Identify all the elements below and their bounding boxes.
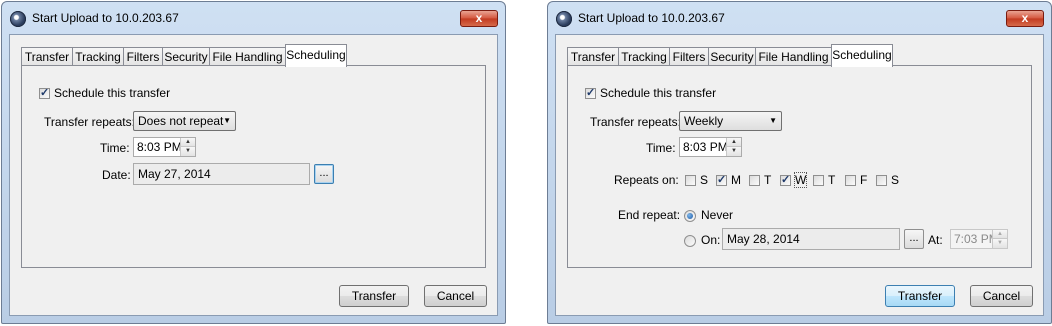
window-title: Start Upload to 10.0.203.67 — [32, 11, 179, 25]
tab-filters[interactable]: Filters — [123, 47, 163, 66]
on-label: On: — [701, 233, 721, 247]
repeats-value: Does not repeat — [138, 114, 224, 128]
end-date-browse-button[interactable]: ... — [904, 229, 924, 249]
scheduling-panel: Schedule this transfer Transfer repeats:… — [21, 65, 486, 268]
spin-buttons: ▲ ▼ — [180, 138, 195, 156]
time-label: Time: — [100, 141, 130, 155]
on-date-radio[interactable] — [684, 235, 696, 247]
tab-transfer[interactable]: Transfer — [21, 47, 73, 66]
tab-file-handling[interactable]: File Handling — [755, 47, 832, 66]
close-button[interactable]: x — [1006, 10, 1044, 27]
repeats-label: Transfer repeats: — [44, 115, 135, 129]
day-label-friday: F — [860, 173, 868, 187]
tab-file-handling[interactable]: File Handling — [209, 47, 286, 66]
cancel-button[interactable]: Cancel — [424, 285, 487, 307]
time-label: Time: — [646, 141, 676, 155]
day-checkbox-monday[interactable] — [716, 175, 727, 186]
spin-up-icon[interactable]: ▲ — [993, 230, 1007, 239]
day-label-tuesday: T — [764, 173, 772, 187]
tab-transfer[interactable]: Transfer — [567, 47, 619, 66]
dropdown-arrow-icon: ▼ — [223, 116, 231, 125]
spin-buttons: ▲ ▼ — [992, 230, 1007, 248]
dialog-client: Transfer Tracking Filters Security File … — [9, 34, 498, 316]
spin-up-icon[interactable]: ▲ — [181, 138, 195, 147]
repeats-select[interactable]: Does not repeat ▼ — [133, 111, 236, 131]
time-value: 8:03 PM — [683, 140, 728, 154]
close-button[interactable]: x — [460, 10, 498, 27]
day-label-monday: M — [731, 173, 741, 187]
spin-up-icon[interactable]: ▲ — [727, 138, 741, 147]
day-checkbox-wednesday[interactable] — [780, 175, 791, 186]
day-label-thursday: T — [828, 173, 836, 187]
window-title: Start Upload to 10.0.203.67 — [578, 11, 725, 25]
dialog-left: Start Upload to 10.0.203.67 x Transfer T… — [1, 1, 506, 324]
schedule-checkbox[interactable] — [585, 88, 596, 99]
date-label: Date: — [102, 168, 131, 182]
time-spinner[interactable]: 8:03 PM ▲ ▼ — [133, 137, 196, 157]
end-time-spinner[interactable]: 7:03 PM ▲ ▼ — [950, 229, 1008, 249]
dropdown-arrow-icon: ▼ — [769, 116, 777, 125]
repeats-on-label: Repeats on: — [614, 173, 679, 187]
day-checkbox-saturday[interactable] — [876, 175, 887, 186]
app-globe-icon — [556, 11, 572, 27]
date-field[interactable]: May 27, 2014 — [133, 163, 310, 185]
never-label: Never — [701, 208, 734, 222]
repeats-label: Transfer repeats: — [590, 115, 681, 129]
schedule-checkbox[interactable] — [39, 88, 50, 99]
spin-buttons: ▲ ▼ — [726, 138, 741, 156]
transfer-button[interactable]: Transfer — [885, 285, 955, 307]
repeats-select[interactable]: Weekly ▼ — [679, 111, 782, 131]
day-label-wednesday: W — [793, 172, 808, 188]
tab-scheduling[interactable]: Scheduling — [285, 44, 347, 67]
at-label: At: — [928, 233, 943, 247]
dialog-right: Start Upload to 10.0.203.67 x Transfer T… — [547, 1, 1052, 324]
close-icon: x — [1021, 11, 1029, 25]
day-checkbox-tuesday[interactable] — [749, 175, 760, 186]
day-checkbox-friday[interactable] — [845, 175, 856, 186]
tab-security[interactable]: Security — [708, 47, 756, 66]
title-bar: Start Upload to 10.0.203.67 x — [548, 2, 1051, 36]
end-date-field[interactable]: May 28, 2014 — [722, 228, 900, 250]
app-globe-icon — [10, 11, 26, 27]
time-value: 8:03 PM — [137, 140, 182, 154]
tab-filters[interactable]: Filters — [669, 47, 709, 66]
tab-tracking[interactable]: Tracking — [72, 47, 124, 66]
day-checkbox-thursday[interactable] — [813, 175, 824, 186]
cancel-button[interactable]: Cancel — [970, 285, 1033, 307]
close-icon: x — [475, 11, 483, 25]
spin-down-icon[interactable]: ▼ — [181, 147, 195, 156]
day-checkbox-sunday[interactable] — [685, 175, 696, 186]
schedule-label: Schedule this transfer — [600, 86, 717, 100]
tab-tracking[interactable]: Tracking — [618, 47, 670, 66]
never-radio[interactable] — [684, 210, 696, 222]
tab-scheduling[interactable]: Scheduling — [831, 44, 893, 67]
title-bar: Start Upload to 10.0.203.67 x — [2, 2, 505, 36]
end-repeat-label: End repeat: — [618, 208, 681, 222]
day-label-sunday: S — [700, 173, 709, 187]
time-spinner[interactable]: 8:03 PM ▲ ▼ — [679, 137, 742, 157]
spin-down-icon[interactable]: ▼ — [727, 147, 741, 156]
transfer-button[interactable]: Transfer — [339, 285, 409, 307]
dialog-client: Transfer Tracking Filters Security File … — [555, 34, 1044, 316]
tab-security[interactable]: Security — [162, 47, 210, 66]
schedule-label: Schedule this transfer — [54, 86, 171, 100]
day-label-saturday: S — [891, 173, 900, 187]
scheduling-panel: Schedule this transfer Transfer repeats:… — [567, 65, 1032, 268]
date-browse-button[interactable]: ... — [314, 164, 334, 184]
spin-down-icon[interactable]: ▼ — [993, 239, 1007, 248]
repeats-value: Weekly — [684, 114, 724, 128]
